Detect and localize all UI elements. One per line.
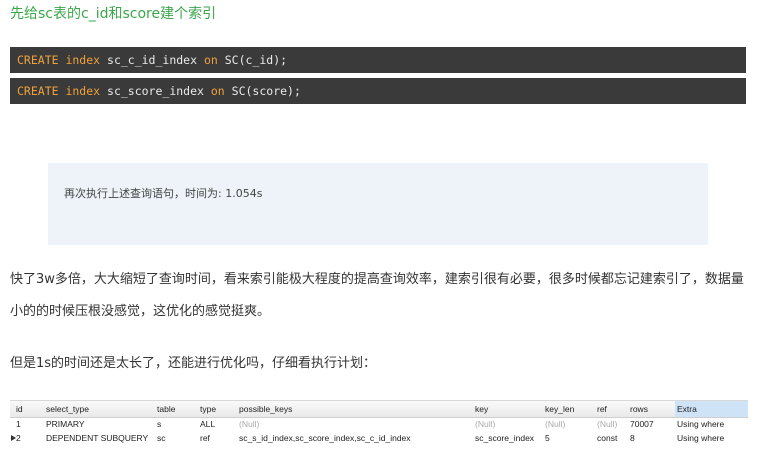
cell-rows: 70007: [630, 419, 654, 429]
col-header-key[interactable]: key: [475, 401, 488, 417]
cell-table: s: [157, 419, 162, 429]
col-header-possible-keys[interactable]: possible_keys: [239, 401, 292, 417]
cell-key-len: (Null): [545, 419, 566, 429]
code-keyword: CREATE index: [17, 84, 101, 98]
cell-possible-keys: (Null): [239, 419, 260, 429]
col-header-select-type[interactable]: select_type: [46, 401, 89, 417]
cell-extra: Using where: [677, 433, 725, 443]
cell-id: 2: [16, 433, 21, 443]
paragraph-2: 但是1s的时间还是太长了，还能进行优化吗，仔细看执行计划：: [10, 356, 377, 371]
code-keyword: CREATE index: [17, 53, 101, 67]
cell-key: sc_score_index: [475, 433, 535, 443]
section-heading: 先给sc表的c_id和score建个索引: [10, 6, 217, 22]
code-text: sc_score_index: [100, 84, 211, 98]
explain-result-table: id select_type table type possible_keys …: [10, 399, 748, 449]
cell-key: (Null): [475, 419, 496, 429]
cell-ref: (Null): [597, 419, 618, 429]
cell-type: ALL: [200, 419, 216, 429]
col-header-id[interactable]: id: [16, 401, 23, 417]
code-keyword: on: [210, 84, 225, 98]
cell-rows: 8: [630, 433, 635, 443]
cell-possible-keys: sc_s_id_index,sc_score_index,sc_c_id_ind…: [239, 433, 411, 443]
table-header: id select_type table type possible_keys …: [10, 400, 748, 418]
code-text: sc_c_id_index: [100, 53, 204, 67]
code-text: SC(c_id);: [217, 53, 288, 67]
code-keyword: on: [203, 53, 218, 67]
col-header-ref[interactable]: ref: [597, 401, 607, 417]
cell-extra: Using where: [677, 419, 725, 429]
col-header-key-len[interactable]: key_len: [545, 401, 574, 417]
code-line-2: CREATE index sc_score_index on SC(score)…: [10, 78, 746, 104]
cell-ref: const: [597, 433, 618, 443]
paragraph-1: 快了3w多倍，大大缩短了查询时间，看来索引能极大程度的提高查询效率，建索引很有必…: [10, 272, 744, 319]
code-line-1: CREATE index sc_c_id_index on SC(c_id);: [10, 47, 746, 73]
cell-type: ref: [200, 433, 210, 443]
col-header-table[interactable]: table: [157, 401, 175, 417]
cell-select-type: PRIMARY: [46, 419, 85, 429]
table-row[interactable]: 2 DEPENDENT SUBQUERY sc ref sc_s_id_inde…: [10, 431, 748, 445]
code-text: SC(score);: [224, 84, 301, 98]
cell-select-type: DEPENDENT SUBQUERY: [46, 433, 149, 443]
cell-key-len: 5: [545, 433, 550, 443]
quote-text: 再次执行上述查询语句，时间为: 1.054s: [64, 187, 263, 200]
table-row[interactable]: 1 PRIMARY s ALL (Null) (Null) (Null) (Nu…: [10, 417, 748, 431]
col-header-extra[interactable]: Extra: [677, 401, 697, 417]
col-header-type[interactable]: type: [200, 401, 216, 417]
cell-id: 1: [16, 419, 21, 429]
cell-table: sc: [157, 433, 166, 443]
col-header-rows[interactable]: rows: [630, 401, 648, 417]
quote-block: 再次执行上述查询语句，时间为: 1.054s: [48, 163, 708, 245]
